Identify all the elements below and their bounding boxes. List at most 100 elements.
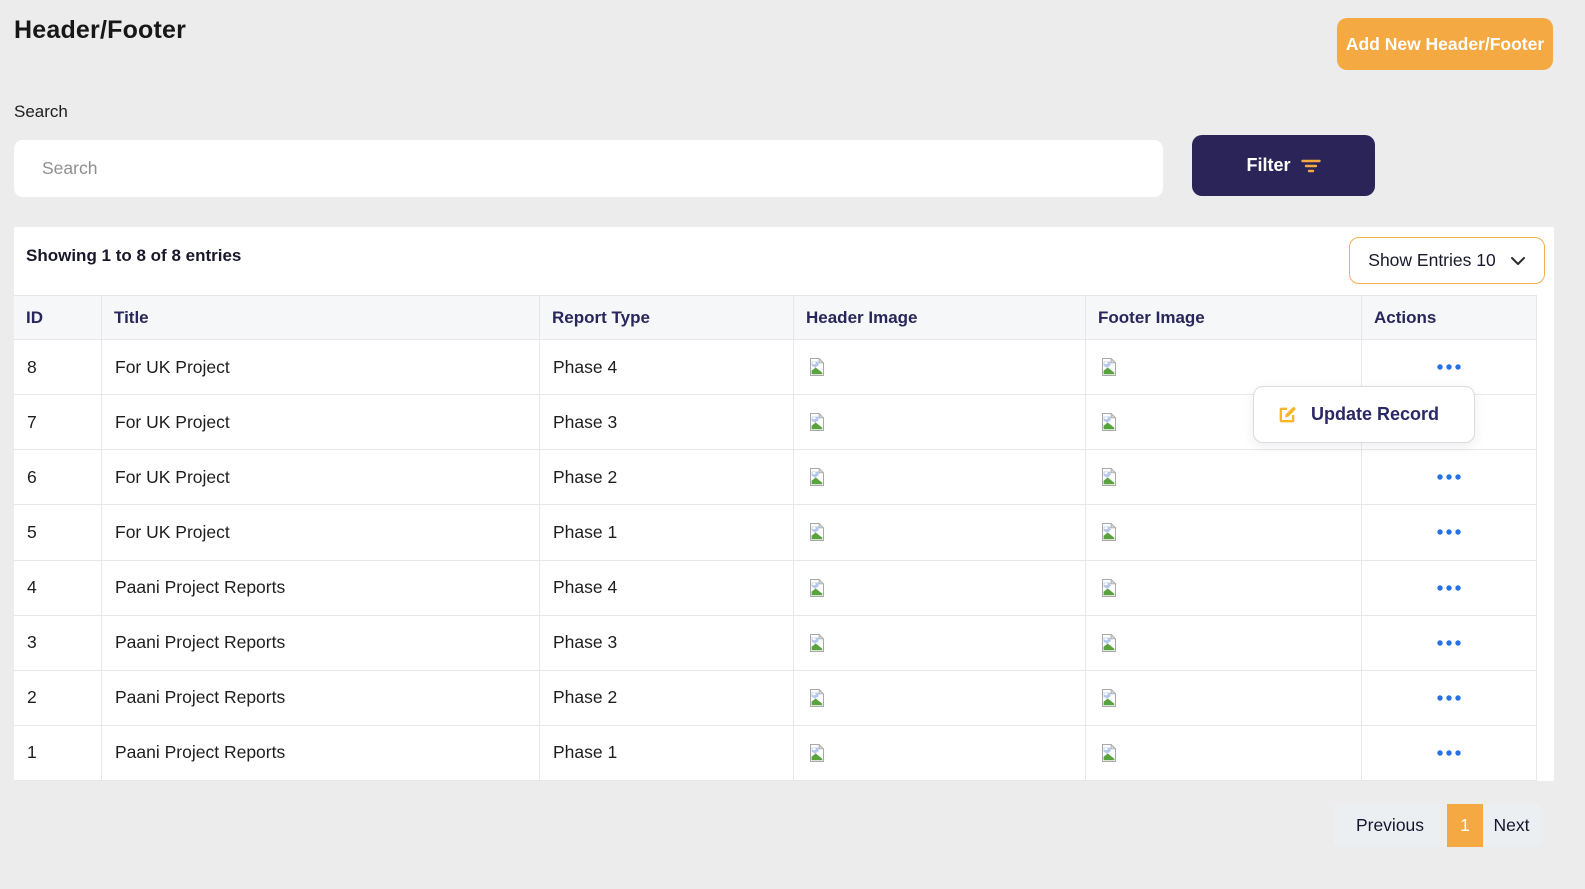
cell-title: Paani Project Reports (102, 725, 540, 780)
row-actions-button[interactable] (1429, 744, 1469, 762)
ellipsis-icon (1437, 695, 1461, 701)
column-header-report-type: Report Type (540, 296, 794, 339)
edit-icon (1276, 404, 1298, 426)
row-actions-button[interactable] (1429, 468, 1469, 486)
cell-report-type: Phase 1 (540, 725, 794, 780)
cell-title: Paani Project Reports (102, 560, 540, 615)
ellipsis-icon (1437, 750, 1461, 756)
cell-title: For UK Project (102, 340, 540, 395)
cell-id: 3 (14, 615, 102, 670)
cell-report-type: Phase 2 (540, 670, 794, 725)
cell-actions (1362, 450, 1537, 505)
cell-id: 7 (14, 395, 102, 450)
filter-lines-icon (1300, 158, 1321, 174)
broken-image-icon (1099, 412, 1119, 432)
broken-image-icon (1099, 467, 1119, 487)
cell-title: Paani Project Reports (102, 615, 540, 670)
column-header-actions: Actions (1362, 296, 1537, 339)
cell-actions (1362, 725, 1537, 780)
cell-id: 2 (14, 670, 102, 725)
cell-footer-image (1086, 725, 1362, 780)
cell-report-type: Phase 2 (540, 450, 794, 505)
column-header-id: ID (14, 296, 102, 339)
table-panel: Showing 1 to 8 of 8 entries Show Entries… (14, 227, 1554, 781)
show-entries-dropdown[interactable]: Show Entries 10 (1349, 237, 1545, 284)
add-new-button-label: Add New Header/Footer (1345, 33, 1545, 54)
update-record-menu[interactable]: Update Record (1253, 386, 1475, 443)
cell-title: For UK Project (102, 505, 540, 560)
cell-header-image (794, 615, 1086, 670)
next-page-button[interactable]: Next (1483, 804, 1540, 847)
broken-image-icon (807, 688, 827, 708)
broken-image-icon (1099, 743, 1119, 763)
cell-id: 5 (14, 505, 102, 560)
broken-image-icon (807, 467, 827, 487)
row-actions-button[interactable] (1429, 634, 1469, 652)
filter-button-label: Filter (1246, 155, 1291, 175)
showing-entries-text: Showing 1 to 8 of 8 entries (26, 246, 242, 265)
cell-actions (1362, 670, 1537, 725)
broken-image-icon (807, 412, 827, 432)
add-new-header-footer-button[interactable]: Add New Header/Footer (1337, 18, 1553, 70)
row-actions-button[interactable] (1429, 523, 1469, 541)
page-1-button[interactable]: 1 (1447, 804, 1483, 847)
broken-image-icon (1099, 633, 1119, 653)
header-footer-table: ID Title Report Type Header Image Footer… (14, 295, 1537, 781)
cell-report-type: Phase 4 (540, 340, 794, 395)
cell-header-image (794, 505, 1086, 560)
broken-image-icon (807, 522, 827, 542)
table-row: 3 Paani Project Reports Phase 3 (14, 615, 1537, 671)
show-entries-label: Show Entries 10 (1368, 250, 1496, 270)
row-actions-button[interactable] (1429, 579, 1469, 597)
ellipsis-icon (1437, 529, 1461, 536)
cell-id: 1 (14, 725, 102, 780)
cell-footer-image (1086, 670, 1362, 725)
cell-header-image (794, 670, 1086, 725)
table-row: 6 For UK Project Phase 2 (14, 450, 1537, 506)
cell-report-type: Phase 4 (540, 560, 794, 615)
cell-id: 8 (14, 340, 102, 395)
row-actions-button[interactable] (1429, 689, 1469, 707)
ellipsis-icon (1437, 364, 1461, 370)
row-actions-button[interactable] (1429, 358, 1469, 376)
chevron-down-icon (1510, 256, 1526, 266)
broken-image-icon (807, 743, 827, 763)
cell-report-type: Phase 1 (540, 505, 794, 560)
cell-title: Paani Project Reports (102, 670, 540, 725)
previous-page-button[interactable]: Previous (1333, 804, 1447, 847)
pagination: Previous 1 Next (1333, 804, 1540, 847)
broken-image-icon (1099, 357, 1119, 377)
cell-header-image (794, 340, 1086, 395)
cell-report-type: Phase 3 (540, 395, 794, 450)
cell-footer-image (1086, 615, 1362, 670)
table-header-row: ID Title Report Type Header Image Footer… (14, 295, 1537, 340)
page-title: Header/Footer (14, 16, 187, 44)
cell-header-image (794, 450, 1086, 505)
cell-id: 4 (14, 560, 102, 615)
cell-header-image (794, 725, 1086, 780)
cell-header-image (794, 560, 1086, 615)
broken-image-icon (807, 578, 827, 598)
filter-button[interactable]: Filter (1192, 135, 1375, 196)
cell-title: For UK Project (102, 395, 540, 450)
broken-image-icon (1099, 522, 1119, 542)
update-record-label: Update Record (1311, 404, 1440, 424)
broken-image-icon (807, 357, 827, 377)
cell-actions (1362, 505, 1537, 560)
ellipsis-icon (1437, 639, 1461, 646)
cell-footer-image (1086, 505, 1362, 560)
ellipsis-icon (1437, 584, 1461, 591)
table-row: 1 Paani Project Reports Phase 1 (14, 725, 1537, 781)
cell-footer-image (1086, 560, 1362, 615)
column-header-footer-image: Footer Image (1086, 296, 1362, 339)
broken-image-icon (1099, 688, 1119, 708)
broken-image-icon (1099, 578, 1119, 598)
search-label: Search (14, 102, 68, 121)
table-row: 5 For UK Project Phase 1 (14, 505, 1537, 561)
broken-image-icon (807, 633, 827, 653)
cell-actions (1362, 615, 1537, 670)
column-header-title: Title (102, 296, 540, 339)
cell-footer-image (1086, 450, 1362, 505)
cell-actions (1362, 560, 1537, 615)
search-input[interactable] (14, 140, 1163, 197)
